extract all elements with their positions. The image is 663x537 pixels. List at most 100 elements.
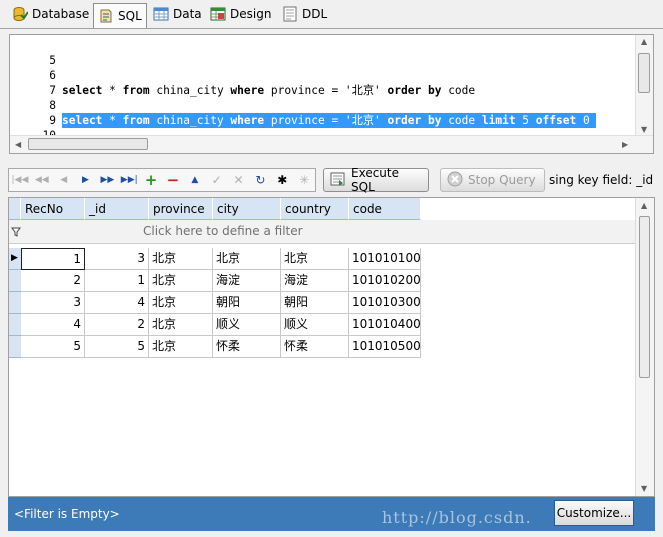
cell-country[interactable]: 北京 <box>281 248 349 270</box>
row-indicator[interactable] <box>9 292 21 314</box>
edit-record-icon[interactable]: ▲ <box>184 170 206 190</box>
cell-recno[interactable]: 3 <box>21 292 85 314</box>
cell-id[interactable]: 5 <box>85 336 149 358</box>
set-bookmark-icon[interactable]: ✱ <box>271 170 293 190</box>
scroll-up-icon[interactable]: ▲ <box>641 37 647 46</box>
last-record-icon[interactable]: ▶▶| <box>118 170 140 190</box>
cell-province[interactable]: 北京 <box>149 314 213 336</box>
filter-row[interactable]: Click here to define a filter <box>9 220 637 244</box>
sql-editor[interactable]: 5 6 select * from china_city where provi… <box>9 34 654 154</box>
results-grid[interactable]: RecNo _id province city country code Cli… <box>8 197 655 497</box>
editor-horizontal-scrollbar[interactable]: ◀ ▶ <box>10 135 653 153</box>
column-header-code[interactable]: code <box>349 198 421 220</box>
customize-button[interactable]: Customize... <box>554 500 634 526</box>
prior-record-icon[interactable]: ◀ <box>53 170 75 190</box>
post-record-icon[interactable]: ✓ <box>206 170 228 190</box>
scroll-down-icon[interactable]: ▼ <box>641 125 647 134</box>
first-record-icon[interactable]: |◀◀ <box>9 170 31 190</box>
scroll-thumb[interactable] <box>638 53 650 93</box>
cell-recno[interactable]: 4 <box>21 314 85 336</box>
current-row-icon: ▶ <box>11 253 18 263</box>
design-icon <box>210 6 226 22</box>
column-header-recno[interactable]: RecNo <box>21 198 85 220</box>
stop-query-button[interactable]: Stop Query <box>440 168 545 192</box>
scroll-down-icon[interactable]: ▼ <box>641 484 647 493</box>
cell-city[interactable]: 北京 <box>213 248 281 270</box>
cell-city[interactable]: 顺义 <box>213 314 281 336</box>
scroll-thumb[interactable] <box>28 138 148 150</box>
cell-city[interactable]: 怀柔 <box>213 336 281 358</box>
tab-label: Data <box>173 7 202 21</box>
editor-vertical-scrollbar[interactable]: ▲ ▼ <box>635 35 653 137</box>
next-page-icon[interactable]: ▶▶ <box>96 170 118 190</box>
cell-code[interactable]: 101010500 <box>349 336 421 358</box>
grid-navigator: |◀◀ ◀◀ ◀ ▶ ▶▶ ▶▶| + − ▲ ✓ ✕ ↻ ✱ ✳ <box>8 168 316 192</box>
cell-id[interactable]: 2 <box>85 314 149 336</box>
cell-city[interactable]: 海淀 <box>213 270 281 292</box>
cell-province[interactable]: 北京 <box>149 336 213 358</box>
editor-line: 10 select * from china_city where provin… <box>10 113 637 153</box>
cell-code[interactable]: 101010400 <box>349 314 421 336</box>
execute-sql-button[interactable]: Execute SQL <box>323 166 429 194</box>
cell-id[interactable]: 3 <box>85 248 149 270</box>
editor-line-selected: 8 select * from china_city where provinc… <box>10 83 637 128</box>
editor-line: 5 <box>10 38 637 67</box>
cell-code[interactable]: 101010300 <box>349 292 421 314</box>
cell-province[interactable]: 北京 <box>149 270 213 292</box>
tab-ddl[interactable]: DDL <box>278 3 330 25</box>
column-header-province[interactable]: province <box>149 198 213 220</box>
execute-sql-label: Execute SQL <box>351 166 399 194</box>
editor-line: 9 <box>10 98 637 127</box>
watermark: http://blog.csdn. <box>382 508 532 527</box>
cell-code[interactable]: 101010200 <box>349 270 421 292</box>
tab-bar: Database SQL Data Design DDL <box>0 0 663 29</box>
insert-record-icon[interactable]: + <box>140 170 162 190</box>
editor-line: 6 select * from china_city where provinc… <box>10 53 637 97</box>
key-field-label: sing key field: _id <box>549 173 654 187</box>
cancel-edit-icon[interactable]: ✕ <box>228 170 250 190</box>
cell-country[interactable]: 怀柔 <box>281 336 349 358</box>
column-header-country[interactable]: country <box>281 198 349 220</box>
filter-status-bar: <Filter is Empty> Customize... <box>8 497 655 531</box>
tab-design[interactable]: Design <box>206 3 274 25</box>
scroll-left-icon[interactable]: ◀ <box>15 140 21 149</box>
tab-label: Database <box>32 7 90 21</box>
stop-query-label: Stop Query <box>468 173 536 187</box>
scroll-up-icon[interactable]: ▲ <box>641 201 647 210</box>
row-indicator[interactable] <box>9 270 21 292</box>
tab-data[interactable]: Data <box>149 3 203 25</box>
cell-province[interactable]: 北京 <box>149 248 213 270</box>
column-header-id[interactable]: _id <box>85 198 149 220</box>
cell-id[interactable]: 1 <box>85 270 149 292</box>
cell-country[interactable]: 海淀 <box>281 270 349 292</box>
cell-country[interactable]: 顺义 <box>281 314 349 336</box>
grid-vertical-scrollbar[interactable]: ▲ ▼ <box>635 198 654 496</box>
scroll-thumb[interactable] <box>639 216 650 378</box>
tab-label: DDL <box>302 7 328 21</box>
cell-code[interactable]: 101010100 <box>349 248 421 270</box>
grid-corner <box>9 198 21 220</box>
goto-bookmark-icon[interactable]: ✳ <box>293 170 315 190</box>
cell-city[interactable]: 朝阳 <box>213 292 281 314</box>
tab-database[interactable]: Database <box>8 3 92 25</box>
cell-province[interactable]: 北京 <box>149 292 213 314</box>
refresh-icon[interactable]: ↻ <box>249 170 271 190</box>
prior-page-icon[interactable]: ◀◀ <box>31 170 53 190</box>
cell-recno[interactable]: 5 <box>21 336 85 358</box>
stop-icon <box>447 171 463 190</box>
cell-id[interactable]: 4 <box>85 292 149 314</box>
row-indicator[interactable] <box>9 336 21 358</box>
next-record-icon[interactable]: ▶ <box>75 170 97 190</box>
execute-icon <box>330 171 346 190</box>
cell-country[interactable]: 朝阳 <box>281 292 349 314</box>
delete-record-icon[interactable]: − <box>162 170 184 190</box>
database-icon <box>12 6 29 22</box>
row-indicator[interactable]: ▶ <box>9 248 21 270</box>
row-indicator[interactable] <box>9 314 21 336</box>
cell-recno[interactable]: 1 <box>21 248 85 270</box>
column-header-city[interactable]: city <box>213 198 281 220</box>
scroll-right-icon[interactable]: ▶ <box>622 140 628 149</box>
cell-recno[interactable]: 2 <box>21 270 85 292</box>
filter-placeholder: Click here to define a filter <box>143 224 303 238</box>
tab-sql[interactable]: SQL <box>93 3 147 28</box>
